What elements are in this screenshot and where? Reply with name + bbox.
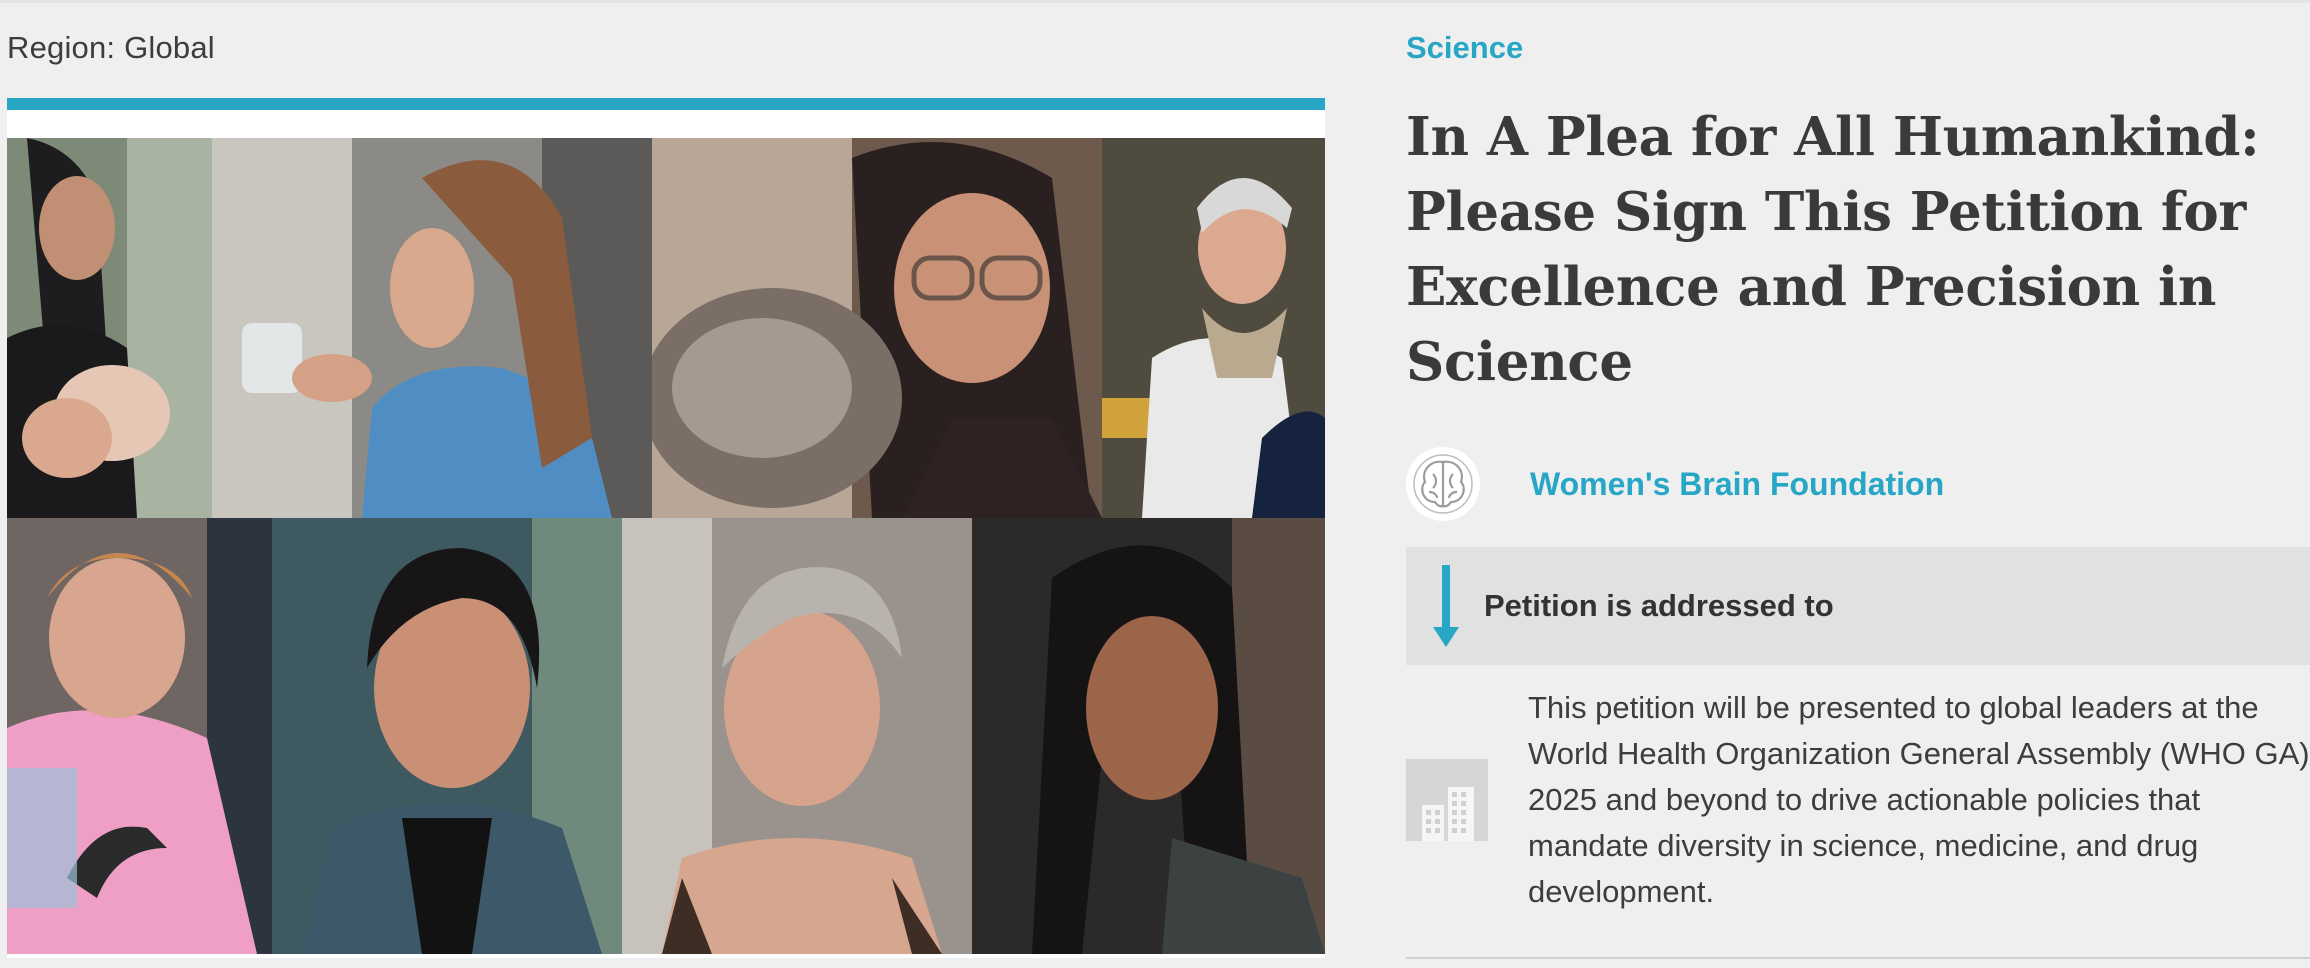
photo-older-woman-scarf [1102,138,1325,518]
accent-bar [7,98,1325,110]
petition-title: In A Plea for All Humankind: Please Sign… [1406,100,2286,400]
recipient-line: World Health Organization General Assemb… [1528,736,2310,771]
title-line: Excellence and Precision in [1406,256,2217,318]
photo-woman-drinking-water [212,138,652,518]
region-label: Region: Global [7,30,215,65]
category-label[interactable]: Science [1406,30,1523,66]
recipient-line: mandate diversity in science, medicine, … [1528,828,2199,863]
section-divider [1406,957,2310,959]
organization-link[interactable]: Women's Brain Foundation [1530,466,1944,503]
title-line: Science [1406,331,1633,393]
addressed-label: Petition is addressed to [1484,588,1834,623]
addressed-header: Petition is addressed to [1406,547,2310,665]
title-line: Please Sign This Petition for [1406,181,2246,243]
top-strip [0,0,2310,3]
building-icon [1406,759,1488,841]
title-line: In A Plea for All Humankind: [1406,106,2260,168]
recipient-line: 2025 and beyond to drive actionable poli… [1528,782,2201,817]
organization[interactable]: Women's Brain Foundation [1406,444,2286,524]
recipient-block: This petition will be presented to globa… [1406,685,2310,915]
recipient-description: This petition will be presented to globa… [1528,685,2310,915]
photo-woman-braids [972,518,1325,954]
photo-woman-gray-pixie [622,518,972,954]
petition-photo [7,110,1325,958]
photo-woman-with-dog [652,138,1102,518]
recipient-line: development. [1528,874,1715,909]
brain-icon[interactable] [1406,447,1480,521]
recipient-line: This petition will be presented to globa… [1528,690,2259,725]
photo-elderly-woman-pink [7,518,272,954]
photo-collage [7,138,1325,954]
arrow-down-icon [1406,547,1486,665]
photo-breastfeeding-mother [7,138,212,518]
photo-woman-short-dark-hair [272,518,622,954]
